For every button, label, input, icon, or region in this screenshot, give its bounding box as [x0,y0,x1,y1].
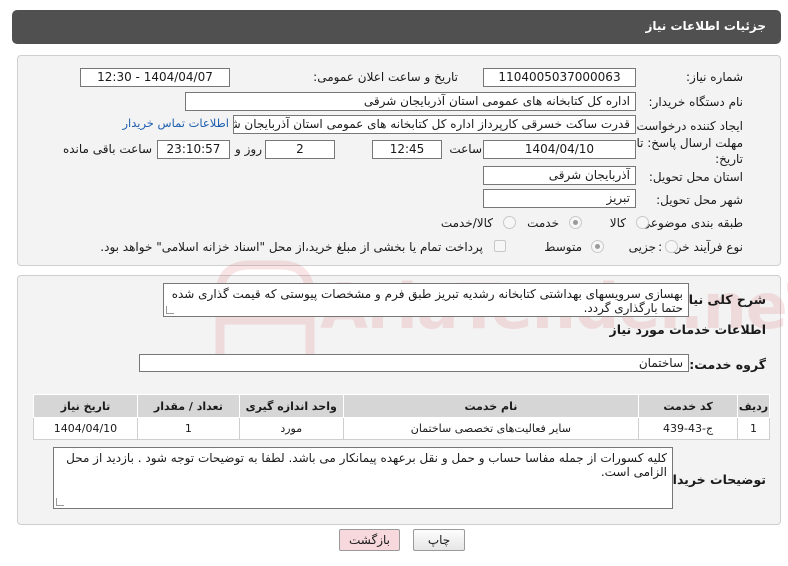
category-option-service: خدمت [527,216,559,230]
col-row-number: ردیف [737,394,770,418]
description-text: بهسازی سرویسهای بهداشتی کتابخانه رشدیه ت… [171,287,683,315]
treasury-payment-checkbox[interactable] [494,240,506,252]
cell-service-name: سایر فعالیت‌های تخصصی ساختمان [342,417,640,440]
announce-label: تاریخ و ساعت اعلان عمومی: [313,70,458,84]
service-group-label: گروه خدمت: [689,357,766,372]
print-button[interactable]: چاپ [413,529,465,551]
category-option-goods: کالا [609,216,626,230]
cell-row-number: 1 [737,417,770,440]
table-row[interactable]: 1 ج-43-439 سایر فعالیت‌های تخصصی ساختمان… [33,417,770,440]
category-option-goods-service: کالا/خدمت [440,216,493,230]
process-option-medium: متوسط [544,240,582,254]
remaining-time-field: 23:10:57 [157,140,230,159]
description-textarea[interactable]: بهسازی سرویسهای بهداشتی کتابخانه رشدیه ت… [163,283,689,317]
cell-need-date: 1404/04/10 [33,417,138,440]
days-label: روز و [235,142,262,156]
creator-label: ایجاد کننده درخواست: [632,119,743,133]
col-quantity: تعداد / مقدار [136,394,240,418]
process-option-minor: جزیی [628,240,656,254]
buyer-notes-label: توضیحات خریدار: [660,472,766,487]
remaining-label: ساعت باقی مانده [62,142,152,156]
buyer-notes-textarea[interactable]: کلیه کسورات از جمله مفاسا حساب و حمل و ن… [53,447,673,509]
deadline-label: مهلت ارسال پاسخ: تا [636,136,743,150]
category-radio-goods[interactable] [636,216,649,229]
city-field: تبریز [483,189,636,208]
deadline-date-field: 1404/04/10 [483,140,636,159]
province-label: استان محل تحویل: [648,170,743,184]
col-unit: واحد اندازه گیری [238,394,344,418]
category-label: طبقه بندی موضوعی: [636,216,743,230]
back-button[interactable]: بازگشت [339,529,400,551]
category-radio-service[interactable] [569,216,582,229]
cell-unit: مورد [238,417,344,440]
services-section-title: اطلاعات خدمات مورد نیاز [609,322,767,337]
description-label: شرح کلی نیاز: [676,292,766,307]
buyer-org-field: اداره کل کتابخانه های عمومی استان آذربای… [185,92,636,111]
process-radio-medium[interactable] [591,240,604,253]
creator-field: قدرت ساکت خسرقی کارپرداز اداره کل کتابخا… [233,115,636,134]
treasury-payment-note: پرداخت تمام یا بخشی از مبلغ خرید،از محل … [100,240,483,254]
service-group-field: ساختمان [139,354,689,372]
col-need-date: تاریخ نیاز [33,394,138,418]
buyer-notes-text: کلیه کسورات از جمله مفاسا حساب و حمل و ن… [66,451,667,479]
col-service-name: نام خدمت [342,394,640,418]
services-table-header: ردیف کد خدمت نام خدمت واحد اندازه گیری ت… [33,394,770,418]
buyer-contact-link[interactable]: اطلاعات تماس خریدار [122,116,229,130]
services-table: ردیف کد خدمت نام خدمت واحد اندازه گیری ت… [33,394,770,440]
page-header: جزئیات اطلاعات نیاز [12,10,781,44]
deadline-time-field: 12:45 [372,140,442,159]
need-number-field: 1104005037000063 [483,68,636,87]
resize-grip-icon[interactable] [166,306,174,314]
deadline-label-date: تاریخ: [715,152,743,166]
cell-service-code: ج-43-439 [638,417,739,440]
province-field: آذربایجان شرقی [483,166,636,185]
need-number-label: شماره نیاز: [686,70,743,84]
col-service-code: کد خدمت [638,394,739,418]
process-radio-minor[interactable] [665,240,678,253]
page-title: جزئیات اطلاعات نیاز [645,19,766,33]
city-label: شهر محل تحویل: [656,193,743,207]
resize-grip-icon[interactable] [56,498,64,506]
announce-field: 1404/04/07 - 12:30 [80,68,230,87]
cell-quantity: 1 [136,417,240,440]
buyer-org-label: نام دستگاه خریدار: [648,95,744,109]
category-radio-goods-service[interactable] [503,216,516,229]
deadline-time-label: ساعت [449,142,482,156]
days-field: 2 [265,140,335,159]
